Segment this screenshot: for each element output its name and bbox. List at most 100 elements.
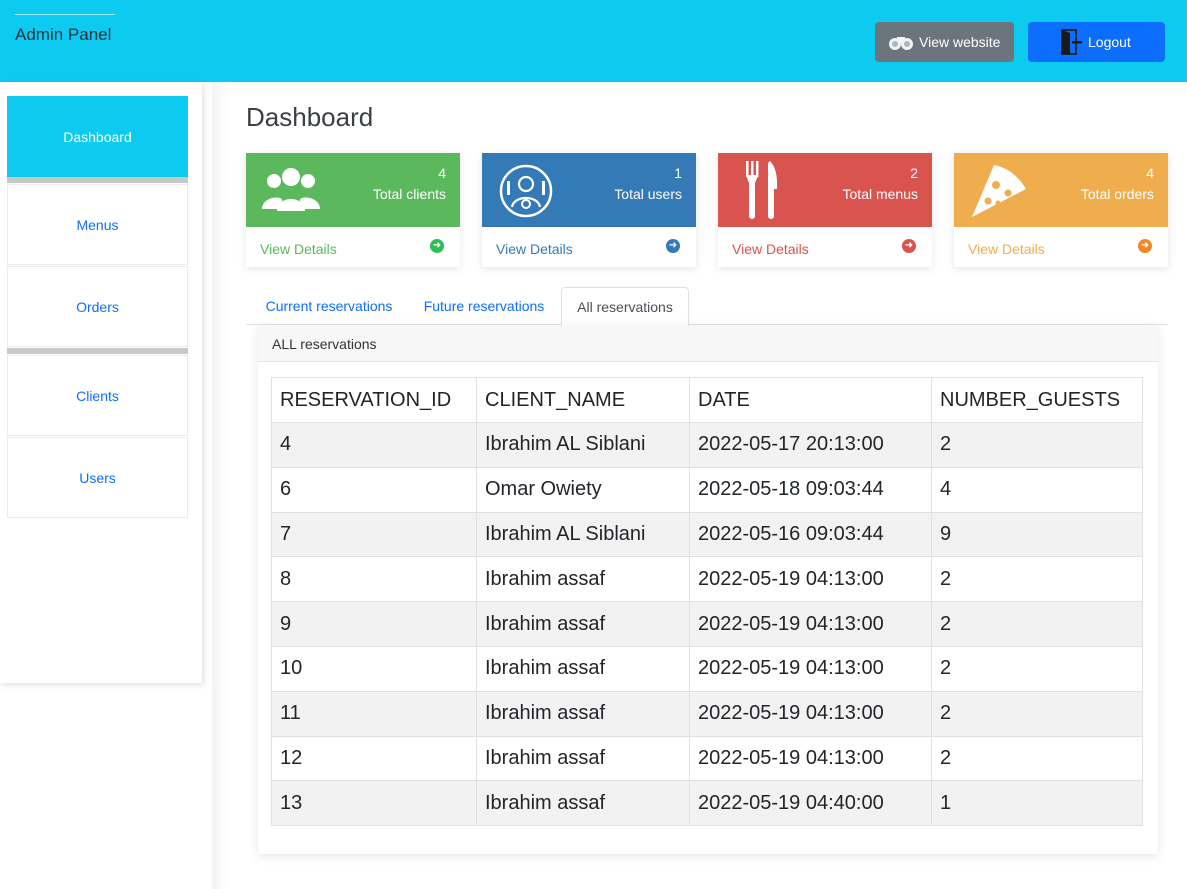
sidebar-item-label: Users [79, 469, 116, 486]
panel-title: ALL reservations [258, 326, 1158, 362]
table-row: 7 Ibrahim AL Siblani 2022-05-16 09:03:44 9 [271, 511, 1143, 558]
tab-label: Future reservations [423, 298, 545, 314]
table-cell: Ibrahim assaf [476, 735, 690, 782]
table-cell: 2 [931, 556, 1143, 603]
table-row: 11 Ibrahim assaf 2022-05-19 04:13:00 2 [271, 690, 1143, 737]
table-cell: 2 [931, 422, 1143, 468]
card-count: 2 [910, 165, 918, 181]
fork-knife-icon [744, 159, 780, 226]
table-row: 6 Omar Owiety 2022-05-18 09:03:44 4 [271, 466, 1143, 513]
content-divider [212, 82, 228, 889]
table-header-row: RESERVATION_ID CLIENT_NAME DATE NUMBER_G… [271, 377, 1143, 423]
tab-current-reservations[interactable]: Current reservations [250, 287, 408, 325]
table-cell: 8 [271, 556, 477, 603]
sidebar: Dashboard Menus Orders Clients Users [0, 82, 202, 683]
column-header: CLIENT_NAME [476, 377, 690, 423]
binoculars-icon [887, 33, 915, 51]
logout-button[interactable]: Logout [1028, 22, 1165, 62]
sidebar-item-label: Dashboard [63, 128, 132, 145]
arrow-circle-right-icon[interactable]: ➜ [1138, 239, 1152, 253]
table-cell: 2 [931, 690, 1143, 737]
user-gear-icon [498, 163, 554, 224]
table-cell: Ibrahim assaf [476, 645, 690, 692]
table-row: 8 Ibrahim assaf 2022-05-19 04:13:00 2 [271, 556, 1143, 603]
table-cell: 2022-05-19 04:13:00 [689, 735, 932, 782]
table-cell: 4 [271, 422, 477, 468]
table-cell: 2 [931, 735, 1143, 782]
table-cell: 9 [931, 511, 1143, 558]
card-label: Total users [614, 186, 682, 202]
table-row: 9 Ibrahim assaf 2022-05-19 04:13:00 2 [271, 601, 1143, 647]
stat-card-users: 1 Total users View Details ➜ [482, 153, 696, 267]
stat-card-menus: 2 Total menus View Details ➜ [718, 153, 932, 267]
card-header: 4 Total clients [246, 153, 460, 227]
sidebar-item-menus[interactable]: Menus [7, 184, 188, 265]
reservation-tabs: Current reservations Future reservations… [246, 287, 1168, 326]
tab-label: All reservations [577, 298, 673, 315]
table-cell: 2022-05-19 04:40:00 [689, 780, 932, 827]
tab-future-reservations[interactable]: Future reservations [412, 287, 556, 325]
table-cell: 2022-05-19 04:13:00 [689, 690, 932, 737]
table-cell: Ibrahim assaf [476, 556, 690, 603]
sidebar-item-dashboard[interactable]: Dashboard [7, 96, 188, 177]
table-cell: 6 [271, 466, 477, 513]
sidebar-item-label: Menus [76, 216, 119, 233]
stat-card-orders: 4 Total orders View Details ➜ [954, 153, 1168, 267]
sidebar-item-clients[interactable]: Clients [7, 355, 188, 436]
tab-all-reservations[interactable]: All reservations [561, 287, 689, 326]
table-cell: 2022-05-19 04:13:00 [689, 556, 932, 603]
table-cell: 2 [931, 645, 1143, 692]
view-details-link[interactable]: View Details [732, 241, 809, 257]
table-cell: 13 [271, 780, 477, 827]
card-header: 2 Total menus [718, 153, 932, 227]
card-label: Total clients [372, 186, 446, 202]
table-row: 10 Ibrahim assaf 2022-05-19 04:13:00 2 [271, 645, 1143, 692]
table-cell: 2022-05-18 09:03:44 [689, 466, 932, 513]
arrow-circle-right-icon[interactable]: ➜ [666, 239, 680, 253]
column-header: DATE [689, 377, 932, 423]
table-cell: Ibrahim assaf [476, 690, 690, 737]
column-header: RESERVATION_ID [271, 377, 477, 423]
pizza-icon [968, 159, 1030, 226]
table-cell: Ibrahim AL Siblani [476, 511, 690, 558]
view-website-button[interactable]: View website [875, 22, 1014, 62]
table-cell: 2 [931, 601, 1143, 647]
sidebar-separator [7, 348, 188, 354]
brand-title[interactable]: Admin Panel [15, 25, 111, 45]
table-cell: 2022-05-17 20:13:00 [689, 422, 932, 468]
sidebar-item-users[interactable]: Users [7, 437, 188, 518]
sidebar-item-orders[interactable]: Orders [7, 266, 188, 347]
table-cell: 9 [271, 601, 477, 647]
table-cell: 4 [931, 466, 1143, 513]
card-label: Total menus [842, 186, 918, 202]
view-details-link[interactable]: View Details [968, 241, 1045, 257]
view-details-link[interactable]: View Details [260, 241, 337, 257]
view-website-label: View website [919, 34, 1001, 50]
table-cell: 12 [271, 735, 477, 782]
card-count: 1 [674, 165, 682, 181]
logout-label: Logout [1088, 34, 1131, 50]
table-cell: 2022-05-19 04:13:00 [689, 601, 932, 647]
top-navbar: Admin Panel View website Logout [0, 0, 1187, 82]
table-cell: Ibrahim assaf [476, 780, 690, 827]
sidebar-separator [7, 177, 188, 183]
arrow-circle-right-icon[interactable]: ➜ [902, 239, 916, 253]
table-cell: 1 [931, 780, 1143, 827]
view-details-link[interactable]: View Details [496, 241, 573, 257]
sidebar-item-label: Clients [76, 387, 119, 404]
brand-divider [15, 14, 115, 15]
table-cell: Ibrahim AL Siblani [476, 422, 690, 468]
users-icon [260, 163, 322, 220]
reservations-table: RESERVATION_ID CLIENT_NAME DATE NUMBER_G… [271, 377, 1143, 827]
table-cell: 7 [271, 511, 477, 558]
table-row: 4 Ibrahim AL Siblani 2022-05-17 20:13:00 2 [271, 422, 1143, 468]
table-cell: Omar Owiety [476, 466, 690, 513]
table-cell: Ibrahim assaf [476, 601, 690, 647]
tab-label: Current reservations [265, 298, 393, 314]
door-exit-icon [1058, 28, 1084, 56]
column-header: NUMBER_GUESTS [931, 377, 1143, 423]
table-row: 12 Ibrahim assaf 2022-05-19 04:13:00 2 [271, 735, 1143, 782]
arrow-circle-right-icon[interactable]: ➜ [430, 239, 444, 253]
card-count: 4 [1146, 165, 1154, 181]
table-cell: 2022-05-16 09:03:44 [689, 511, 932, 558]
